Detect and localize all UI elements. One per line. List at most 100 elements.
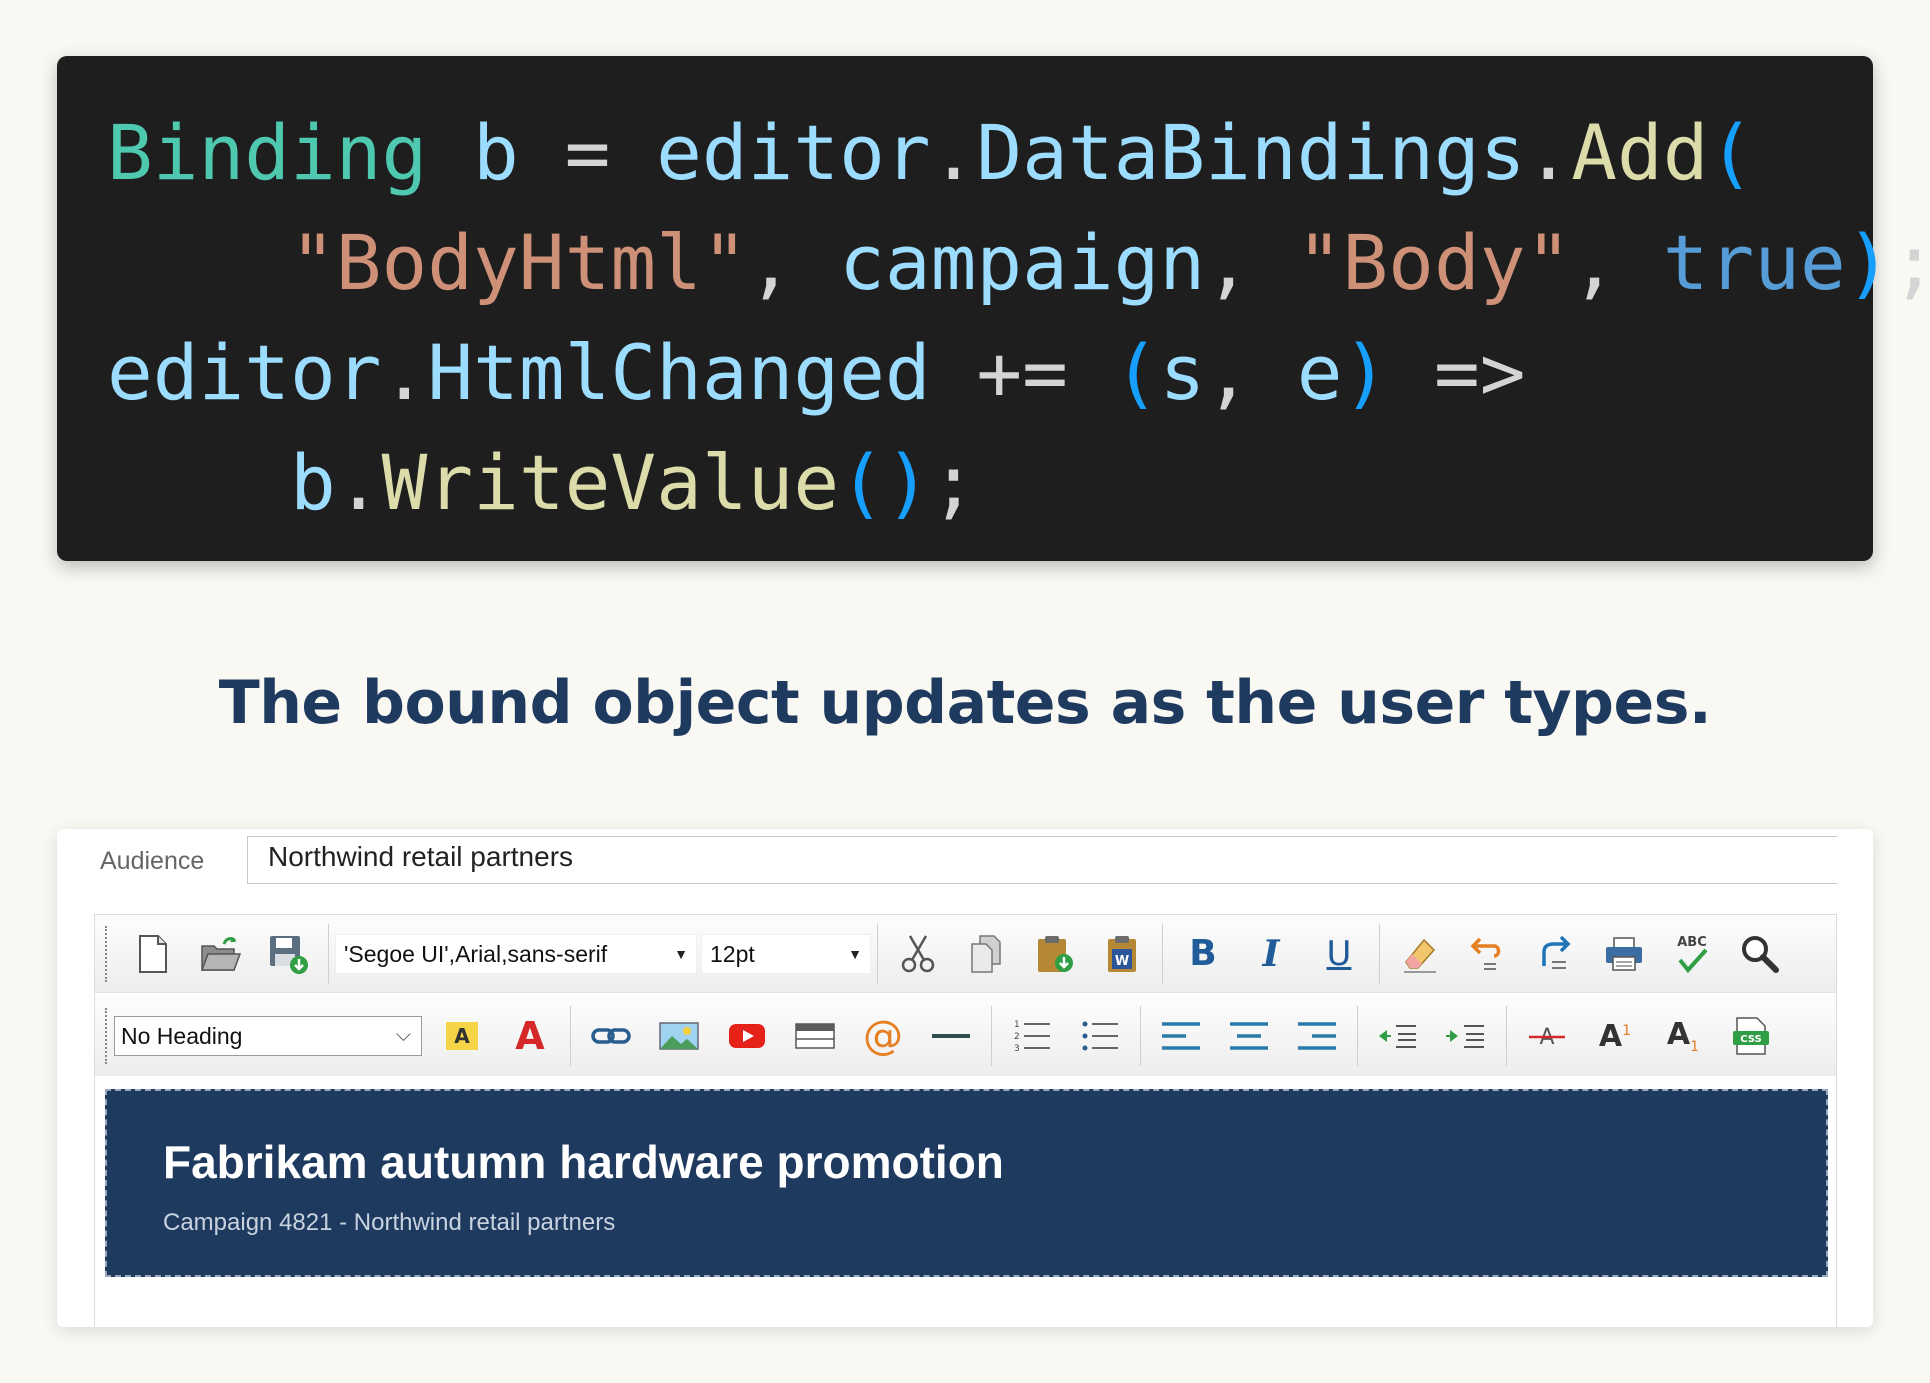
code-token: WriteValue	[381, 438, 840, 527]
html-editor: 'Segoe UI',Arial,sans-serif ▼ 12pt ▼ W B I	[94, 914, 1837, 1327]
code-token: ,	[1205, 218, 1297, 307]
new-document-button[interactable]	[118, 920, 186, 988]
outdent-button[interactable]	[1364, 1002, 1432, 1070]
strikethrough-icon: A	[1529, 1025, 1565, 1050]
italic-button[interactable]: I	[1237, 920, 1305, 988]
code-token: Add	[1571, 108, 1709, 197]
toolbar-separator	[570, 1006, 571, 1066]
code-token: campaign	[839, 218, 1206, 307]
toolbar-separator	[1357, 1006, 1358, 1066]
undo-button[interactable]	[1454, 920, 1522, 988]
undo-icon	[1470, 937, 1501, 970]
bold-button[interactable]: B	[1169, 920, 1237, 988]
audience-input[interactable]: Northwind retail partners	[247, 836, 1837, 884]
toolbar-grip[interactable]	[105, 925, 108, 982]
cut-button[interactable]	[884, 920, 952, 988]
code-token: editor	[610, 108, 931, 197]
find-icon	[1742, 935, 1779, 973]
code-token: )	[884, 438, 931, 527]
editor-card: Audience Northwind retail partners 'Sego…	[57, 829, 1873, 1327]
open-button[interactable]	[186, 920, 254, 988]
superscript-glyph: A	[1598, 1018, 1623, 1054]
toolbar-grip[interactable]	[105, 1008, 108, 1064]
save-button[interactable]	[254, 920, 322, 988]
copy-button[interactable]	[952, 920, 1020, 988]
editor-content[interactable]: Fabrikam autumn hardware promotion Campa…	[105, 1089, 1828, 1277]
insert-link-button[interactable]	[577, 1002, 645, 1070]
dropdown-arrow-icon: ▼	[848, 945, 862, 962]
superscript-mark: 1	[1622, 1022, 1632, 1039]
content-subtitle: Campaign 4821 - Northwind retail partner…	[163, 1209, 616, 1236]
insert-email-button[interactable]: @	[849, 1002, 917, 1070]
horizontal-rule-button[interactable]	[917, 1002, 985, 1070]
code-token: HtmlChanged	[427, 328, 931, 417]
indent-button[interactable]	[1432, 1002, 1500, 1070]
code-token: b	[427, 108, 565, 197]
code-token: =>	[1388, 328, 1526, 417]
code-token: (	[1708, 108, 1755, 197]
paste-icon	[1038, 935, 1073, 972]
unordered-list-button[interactable]	[1066, 1002, 1134, 1070]
subscript-glyph: A	[1666, 1017, 1691, 1052]
svg-text:ABC: ABC	[1677, 935, 1707, 950]
image-icon	[659, 1022, 699, 1050]
code-token: (	[839, 438, 885, 527]
clear-format-button[interactable]	[1386, 920, 1454, 988]
font-color-icon: A	[515, 1014, 545, 1058]
ordered-list-icon: 1 2 3	[1014, 1020, 1050, 1054]
code-token: ;	[930, 438, 977, 527]
code-token: DataBindings	[976, 108, 1526, 197]
underline-button[interactable]: U	[1305, 920, 1373, 988]
superscript-icon: A1	[1599, 1019, 1631, 1054]
redo-button[interactable]	[1522, 920, 1590, 988]
insert-video-button[interactable]	[713, 1002, 781, 1070]
code-token: .	[930, 108, 977, 197]
font-family-select[interactable]: 'Segoe UI',Arial,sans-serif ▼	[335, 933, 697, 974]
subscript-mark: 1	[1690, 1039, 1700, 1055]
subscript-icon: A1	[1667, 1017, 1699, 1055]
strikethrough-button[interactable]: A	[1513, 1002, 1581, 1070]
find-button[interactable]	[1726, 920, 1794, 988]
toolbar-row-2: No Heading ⌵ A A @ 1 2 3 A A1 A1 CSS	[95, 996, 1836, 1076]
underline-icon: U	[1326, 933, 1352, 974]
font-color-button[interactable]: A	[496, 1002, 564, 1070]
paste-button[interactable]	[1020, 920, 1088, 988]
horizontal-rule-icon	[932, 1034, 970, 1038]
subscript-button[interactable]: A1	[1649, 1002, 1717, 1070]
align-center-button[interactable]	[1215, 1002, 1283, 1070]
code-token: "BodyHtml"	[290, 218, 748, 307]
align-left-button[interactable]	[1147, 1002, 1215, 1070]
highlight-color-icon: A	[446, 1022, 478, 1050]
code-token: .	[1525, 108, 1572, 197]
code-token: (	[1113, 328, 1160, 417]
heading-select[interactable]: No Heading ⌵	[114, 1016, 422, 1056]
ordered-list-button[interactable]: 1 2 3	[998, 1002, 1066, 1070]
highlight-color-button[interactable]: A	[428, 1002, 496, 1070]
paste-from-word-button[interactable]: W	[1088, 920, 1156, 988]
code-token: true	[1662, 218, 1846, 307]
code-token: .	[381, 328, 428, 417]
bold-icon: B	[1189, 933, 1217, 974]
open-folder-icon	[200, 936, 242, 971]
code-token: editor	[107, 328, 382, 417]
outdent-icon	[1379, 1025, 1416, 1048]
svg-text:CSS: CSS	[1740, 1034, 1761, 1045]
print-button[interactable]	[1590, 920, 1658, 988]
caption: The bound object updates as the user typ…	[218, 668, 1712, 738]
align-right-button[interactable]	[1283, 1002, 1351, 1070]
css-button[interactable]: CSS	[1717, 1002, 1785, 1070]
insert-table-button[interactable]	[781, 1002, 849, 1070]
superscript-button[interactable]: A1	[1581, 1002, 1649, 1070]
svg-text:2: 2	[1014, 1032, 1020, 1042]
insert-image-button[interactable]	[645, 1002, 713, 1070]
eraser-icon	[1404, 938, 1436, 973]
align-center-icon	[1230, 1022, 1268, 1050]
indent-icon	[1446, 1025, 1484, 1048]
toolbar-separator	[1506, 1006, 1507, 1066]
print-icon	[1606, 936, 1642, 971]
font-size-select[interactable]: 12pt ▼	[701, 933, 871, 974]
spellcheck-button[interactable]: ABC	[1658, 920, 1726, 988]
code-token: Binding	[107, 108, 428, 197]
toolbar-separator	[877, 923, 878, 984]
